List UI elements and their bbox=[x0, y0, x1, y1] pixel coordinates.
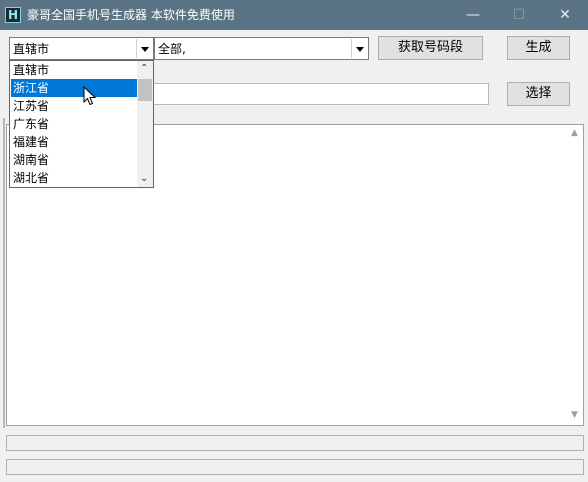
mouse-cursor-icon bbox=[83, 86, 97, 106]
divider bbox=[3, 118, 5, 428]
province-option-selected[interactable]: 浙江省 bbox=[11, 79, 137, 97]
app-window: H 豪哥全国手机号生成器 本软件免费使用 — ☐ ✕ 直辖市 全部, 获取号码段… bbox=[0, 0, 588, 482]
chevron-down-icon[interactable]: ⌄ bbox=[140, 173, 148, 185]
province-option[interactable]: 江苏省 bbox=[11, 97, 137, 115]
path-input[interactable] bbox=[150, 83, 489, 105]
dropdown-scrollbar[interactable]: ⌃ ⌄ bbox=[137, 61, 153, 187]
province-combo-value: 直辖市 bbox=[13, 42, 50, 56]
close-button[interactable]: ✕ bbox=[542, 0, 588, 30]
scroll-down-icon[interactable]: ▼ bbox=[571, 411, 579, 420]
scroll-up-icon[interactable]: ▲ bbox=[571, 129, 579, 138]
minimize-button[interactable]: — bbox=[450, 0, 496, 30]
city-combo-value: 全部, bbox=[158, 42, 186, 56]
province-dropdown-list[interactable]: 直辖市 浙江省 江苏省 广东省 福建省 湖南省 湖北省 ⌃ ⌄ bbox=[9, 60, 154, 188]
app-icon-letter: H bbox=[8, 8, 19, 22]
fetch-segments-button[interactable]: 获取号码段 bbox=[378, 36, 483, 60]
app-icon: H bbox=[5, 7, 21, 23]
province-option[interactable]: 福建省 bbox=[11, 133, 137, 151]
province-combo[interactable]: 直辖市 bbox=[9, 37, 154, 60]
scrollbar-thumb[interactable] bbox=[138, 79, 152, 101]
city-combo[interactable]: 全部, bbox=[154, 37, 369, 60]
chevron-up-icon[interactable]: ⌃ bbox=[140, 63, 148, 75]
output-scrollbar[interactable]: ▲ ▼ bbox=[567, 125, 583, 425]
city-dropdown-arrow[interactable] bbox=[351, 39, 367, 58]
choose-button[interactable]: 选择 bbox=[507, 82, 570, 106]
province-option[interactable]: 直辖市 bbox=[11, 61, 137, 79]
status-bar-1 bbox=[6, 435, 584, 451]
status-bar-2 bbox=[6, 459, 584, 475]
province-option[interactable]: 广东省 bbox=[11, 115, 137, 133]
chevron-down-icon bbox=[141, 47, 149, 52]
province-option[interactable]: 湖北省 bbox=[11, 169, 137, 187]
province-option[interactable]: 湖南省 bbox=[11, 151, 137, 169]
generate-button[interactable]: 生成 bbox=[507, 36, 570, 60]
title-bar[interactable]: H 豪哥全国手机号生成器 本软件免费使用 — ☐ ✕ bbox=[0, 0, 588, 30]
window-title: 豪哥全国手机号生成器 本软件免费使用 bbox=[27, 8, 235, 22]
chevron-down-icon bbox=[356, 47, 364, 52]
maximize-button[interactable]: ☐ bbox=[496, 0, 542, 30]
province-dropdown-arrow[interactable] bbox=[136, 39, 152, 58]
